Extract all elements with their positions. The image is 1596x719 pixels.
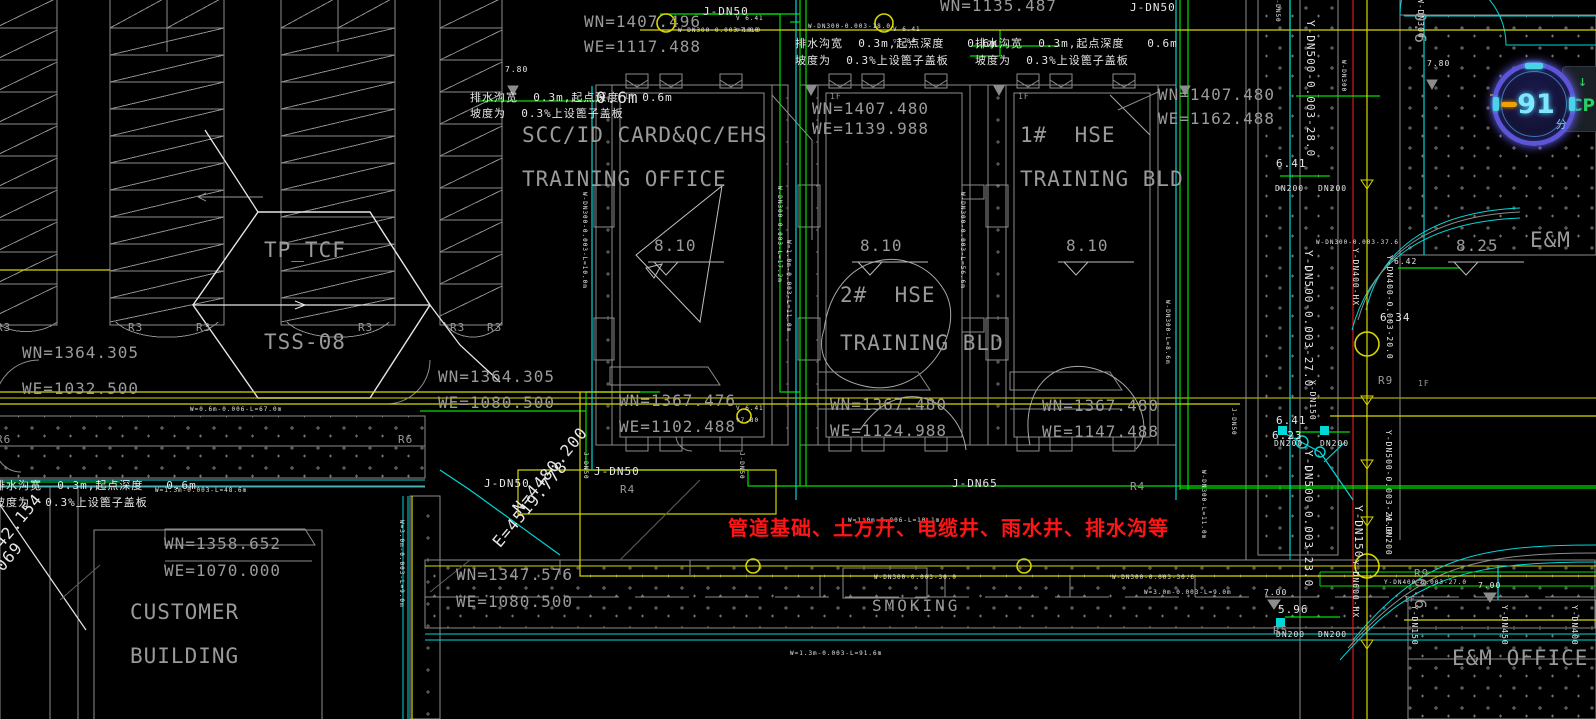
customer-building-outline bbox=[0, 487, 323, 719]
road-band-left bbox=[0, 397, 1596, 488]
building-training-office bbox=[593, 73, 789, 452]
download-arrow-icon: ↓ bbox=[1578, 72, 1588, 90]
score-inner-ring bbox=[1501, 71, 1567, 137]
cad-drawing-viewport[interactable]: TP_TCF TSS-08 SCC/ID CARD&QC/EHS TRAININ… bbox=[0, 0, 1596, 719]
parking-stalls bbox=[0, 0, 503, 338]
cad-vector-layer bbox=[0, 0, 1596, 719]
score-nub-right bbox=[1569, 97, 1575, 111]
score-badge[interactable]: 91 分 bbox=[1492, 62, 1576, 146]
score-nub-top bbox=[1525, 63, 1543, 69]
score-nub-left bbox=[1493, 97, 1499, 111]
